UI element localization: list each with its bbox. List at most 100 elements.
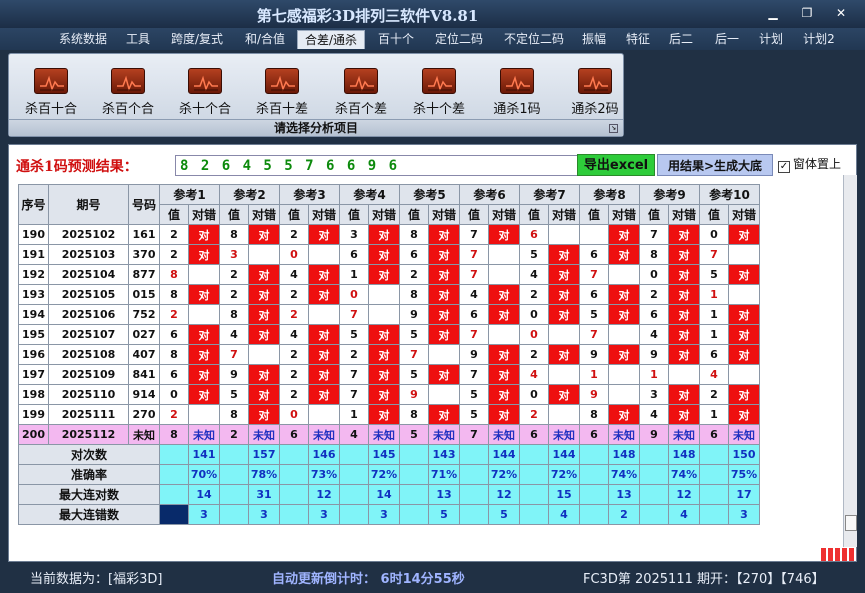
chart-icon (188, 68, 222, 94)
ref-hit-cell (488, 244, 520, 265)
ref-hit-cell: 对 (368, 344, 400, 365)
ref-hit-cell: 对 (668, 344, 700, 365)
vertical-scrollbar[interactable] (843, 175, 857, 547)
stats-spacer (579, 484, 609, 505)
stats-spacer (399, 484, 429, 505)
ref-value-cell: 8 (639, 244, 669, 265)
ribbon-button-4[interactable]: 杀百十差 (244, 66, 320, 126)
menu-item-9[interactable]: 振幅 (576, 30, 612, 49)
ref-value-cell: 4 (519, 364, 549, 385)
menu-item-13[interactable]: 计划 (753, 30, 789, 49)
ref-hit-cell (428, 344, 460, 365)
ref-value-cell: 2 (279, 344, 309, 365)
table-row[interactable]: 194 2025106 752 2 8 对 2 7 9 对 6 对 0 对 5 对 6 对 1 对 (18, 304, 760, 325)
ref-value-cell: 5 (699, 264, 729, 285)
table-row[interactable]: 198 2025110 914 0 对 5 对 2 对 7 对 9 5 对 0 对 9 3 对 2 对 (18, 384, 760, 405)
ref-hit-cell: 对 (608, 344, 640, 365)
ribbon-button-7[interactable]: 通杀1码 (479, 66, 555, 126)
menu-item-3[interactable]: 跨度/复式 (165, 30, 229, 49)
ref-hit-cell (308, 304, 340, 325)
table-row[interactable]: 191 2025103 370 2 对 3 0 6 对 6 对 7 5 对 6 对 8 对 7 (18, 244, 760, 265)
table-row[interactable]: 190 2025102 161 2 对 8 对 2 对 3 对 8 对 7 对 6 对 7 对 0 对 (18, 224, 760, 245)
ref-hit-cell: 对 (728, 404, 760, 425)
window-ontop-checkbox[interactable]: ✓ 窗体置上 (778, 155, 841, 173)
stats-spacer (279, 444, 309, 465)
table-row[interactable]: 199 2025111 270 2 8 对 0 1 对 8 对 5 对 2 8 对 4 对 1 对 (18, 404, 760, 425)
ref-hit-cell (728, 284, 760, 305)
table-row-pending[interactable]: 200 2025112 未知 8 未知 2 未知 6 未知 4 未知 5 未知 7 未知 6 未知 6 未知 9 未知 6… (18, 424, 760, 445)
ribbon-button-6[interactable]: 杀十个差 (401, 66, 477, 126)
ref-value-cell: 2 (639, 284, 669, 305)
stats-spacer (279, 464, 309, 485)
ref-value-cell: 2 (519, 404, 549, 425)
prediction-result-field[interactable]: 8 2 6 4 5 5 7 6 6 9 6 (175, 155, 578, 176)
ref-hit-cell: 对 (188, 364, 220, 385)
ref-value-cell: 1 (339, 264, 369, 285)
window-title: 第七感福彩3D排列三软件V8.81 (256, 7, 479, 25)
menu-item-10[interactable]: 特征 (620, 30, 656, 49)
minimize-icon[interactable]: ▁ (762, 4, 784, 22)
table-row[interactable]: 193 2025105 015 8 对 2 对 2 对 0 8 对 4 对 2 对 6 对 2 对 1 (18, 284, 760, 305)
ref-value-cell: 0 (279, 244, 309, 265)
stats-row: 准确率 70% 78% 73% 72% 71% 72% 72% 74% 74% 75% (18, 464, 760, 485)
table-row[interactable]: 197 2025109 841 6 对 9 对 2 对 7 对 5 对 7 对 4 1 1 4 (18, 364, 760, 385)
stats-value: 72% (368, 464, 400, 485)
menu-item-14[interactable]: 计划2 (797, 30, 841, 49)
table-row[interactable]: 192 2025104 877 8 2 对 4 对 1 对 2 对 7 4 对 7 0 对 5 对 (18, 264, 760, 285)
ref-value-cell: 1 (699, 304, 729, 325)
ref-value-cell: 6 (459, 304, 489, 325)
ref-value-cell: 6 (339, 244, 369, 265)
stats-spacer (699, 484, 729, 505)
menu-item-6[interactable]: 百十个 (373, 30, 419, 49)
stats-spacer (519, 464, 549, 485)
stats-value: 74% (668, 464, 700, 485)
ref-value-cell: 4 (279, 324, 309, 345)
ref-value-cell: 8 (399, 284, 429, 305)
ref-value-cell: 5 (219, 384, 249, 405)
menu-item-7[interactable]: 定位二码 (428, 30, 490, 49)
stats-value: 75% (728, 464, 760, 485)
col-header-ref-6: 参考6 (459, 184, 520, 205)
chart-icon (422, 68, 456, 94)
scrollbar-thumb[interactable] (845, 515, 857, 531)
ref-unknown-cell: 未知 (188, 424, 220, 445)
menu-item-4[interactable]: 和/合值 (238, 30, 292, 49)
col-header-issue: 期号 (48, 184, 129, 225)
restore-icon[interactable]: ❐ (796, 4, 818, 22)
ref-hit-cell (548, 224, 580, 245)
ref-hit-cell: 对 (548, 284, 580, 305)
ref-value-cell: 2 (159, 224, 189, 245)
generate-base-button[interactable]: 用结果>生成大底 (657, 154, 773, 176)
menu-item-8[interactable]: 不定位二码 (498, 30, 570, 49)
ref-hit-cell: 对 (428, 244, 460, 265)
ref-value-cell: 9 (579, 344, 609, 365)
menu-item-5[interactable]: 合差/通杀 (297, 30, 365, 49)
ref-hit-cell: 对 (488, 304, 520, 325)
ribbon-button-2[interactable]: 杀百个合 (90, 66, 166, 126)
stats-value: 148 (608, 444, 640, 465)
menu-item-2[interactable]: 工具 (120, 30, 156, 49)
menu-item-12[interactable]: 后一 (708, 30, 746, 49)
table-row[interactable]: 196 2025108 407 8 对 7 2 对 2 对 7 9 对 2 对 9 对 9 对 6 对 (18, 344, 760, 365)
stats-spacer (279, 484, 309, 505)
window-ontop-label: 窗体置上 (793, 157, 842, 171)
ribbon-button-3[interactable]: 杀十个合 (167, 66, 243, 126)
row-issue: 2025112 (48, 424, 129, 445)
ref-hit-cell: 对 (308, 364, 340, 385)
ref-value-cell: 2 (519, 284, 549, 305)
menu-item-1[interactable]: 系统数据 (50, 30, 116, 49)
subheader-hit: 对错 (668, 204, 700, 225)
ribbon-button-1[interactable]: 杀百十合 (13, 66, 89, 126)
ribbon-button-8[interactable]: 通杀2码 (557, 66, 633, 126)
menu-item-11[interactable]: 后二 (663, 30, 699, 49)
ref-value-cell: 9 (579, 384, 609, 405)
close-icon[interactable]: ✕ (830, 4, 852, 22)
export-excel-button[interactable]: 导出excel (577, 154, 655, 176)
ref-unknown-cell: 未知 (548, 424, 580, 445)
ribbon-button-5[interactable]: 杀百个差 (323, 66, 399, 126)
checkbox-check-icon[interactable]: ✓ (778, 161, 790, 173)
ribbon-button-label: 杀百个合 (101, 102, 154, 117)
table-row[interactable]: 195 2025107 027 6 对 4 对 4 对 5 对 5 对 7 0 7 4 对 1 对 (18, 324, 760, 345)
subheader-hit: 对错 (248, 204, 280, 225)
ref-value-cell: 7 (459, 224, 489, 245)
